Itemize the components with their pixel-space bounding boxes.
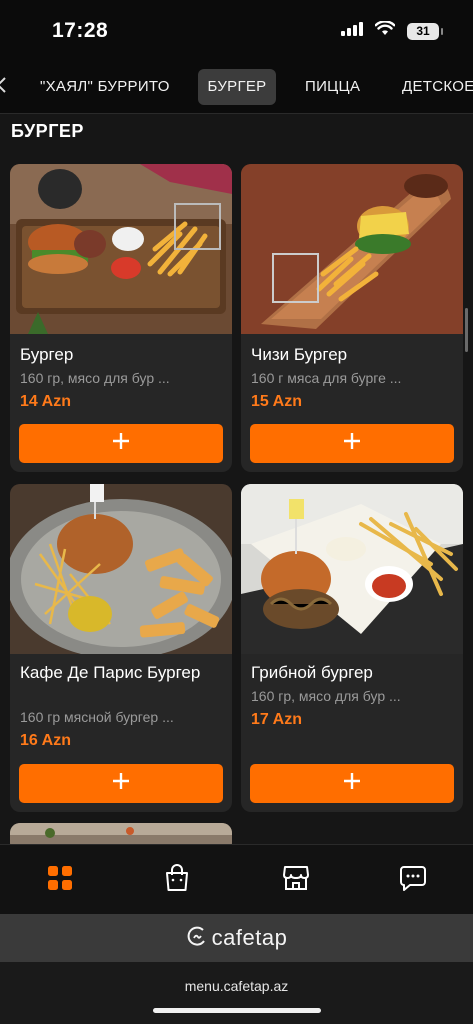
product-card: Кафе Де Парис Бургер 160 гр мясной бурге… [10,484,232,812]
status-icons: 31 [341,20,443,41]
product-price: 17 Azn [251,711,302,728]
plus-icon [112,772,130,795]
plus-icon [343,432,361,455]
section-title: БУРГЕР [11,121,84,141]
status-bar: 17:28 31 [0,0,473,58]
url-text[interactable]: menu.cafetap.az [0,978,473,994]
product-price: 14 Azn [20,393,71,410]
product-image[interactable] [10,164,232,334]
grid-icon [47,865,73,896]
add-to-cart-button[interactable] [19,424,223,463]
product-description: 160 гр, мясо для бур ... [20,370,170,386]
product-name: Кафе Де Парис Бургер [20,663,201,682]
battery-indicator: 31 [407,22,443,40]
category-tabs: "ХАЯЛ" БУРРИТО БУРГЕР ПИЦЦА ДЕТСКОЕ [0,58,473,114]
add-to-cart-button[interactable] [19,764,223,803]
cafetap-logo-icon [186,925,208,952]
nav-chat[interactable] [398,865,428,895]
nav-cart[interactable] [162,863,192,897]
signal-icon [341,21,363,41]
shopping-bag-icon [164,863,190,897]
store-icon [282,864,310,897]
home-indicator [153,1008,321,1013]
product-name: Чизи Бургер [251,345,348,364]
tab-kids[interactable]: ДЕТСКОЕ [392,69,473,105]
add-to-cart-button[interactable] [250,764,454,803]
add-to-cart-button[interactable] [250,424,454,463]
status-time: 17:28 [52,19,109,42]
product-price: 15 Azn [251,393,302,410]
nav-menu[interactable] [45,865,75,895]
product-description: 160 г мяса для бурге ... [251,370,402,386]
product-card: Чизи Бургер 160 г мяса для бурге ... 15 … [241,164,463,472]
product-price: 16 Azn [20,732,71,749]
product-description: 160 гр, мясо для бур ... [251,688,401,704]
chevron-left-icon[interactable] [0,76,8,94]
plus-icon [112,432,130,455]
wifi-icon [374,20,396,41]
bottom-navigation [0,844,473,914]
product-name: Бургер [20,345,74,364]
brand-name: cafetap [211,925,288,950]
product-card: Бургер 160 гр, мясо для бур ... 14 Azn [10,164,232,472]
scrollbar[interactable] [465,308,468,352]
plus-icon [343,772,361,795]
nav-store[interactable] [281,865,311,895]
product-card: Грибной бургер 160 гр, мясо для бур ... … [241,484,463,812]
product-name: Грибной бургер [251,663,373,682]
product-image[interactable] [241,484,463,654]
chat-icon [399,864,427,897]
product-image[interactable] [10,484,232,654]
browser-url-bar[interactable]: menu.cafetap.az [0,962,473,1024]
product-description: 160 гр мясной бургер ... [20,709,174,725]
tab-burger[interactable]: БУРГЕР [198,69,276,105]
brand-bar: cafetap [0,914,473,962]
tab-pizza[interactable]: ПИЦЦА [295,69,370,105]
product-image[interactable] [241,164,463,334]
tab-burrito[interactable]: "ХАЯЛ" БУРРИТО [30,69,180,105]
